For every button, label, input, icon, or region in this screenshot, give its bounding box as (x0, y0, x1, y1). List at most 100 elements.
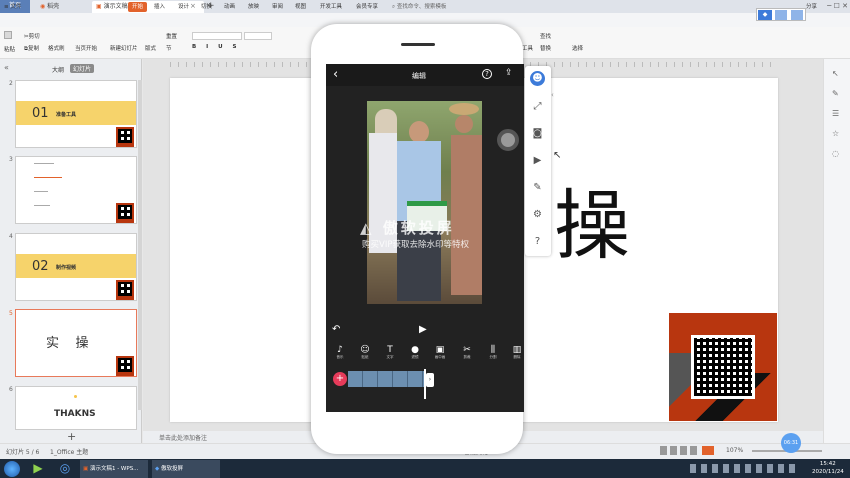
play-icon[interactable]: ▶ (419, 324, 427, 335)
fullscreen-icon[interactable]: ⤢ (530, 99, 545, 114)
slides-tab[interactable]: 幻灯片 (70, 64, 95, 73)
paste-button[interactable] (4, 31, 13, 39)
tab-docer[interactable]: ◉ 稻壳 (36, 1, 88, 13)
text-tool[interactable]: T 文字 (380, 345, 400, 360)
collapse-panel-icon[interactable]: « (4, 63, 9, 72)
slide-thumbnail-2[interactable]: 01 准备工具 (15, 80, 137, 148)
font-size-field[interactable] (244, 32, 272, 40)
menu-transition[interactable]: 切换 (201, 2, 212, 12)
menu-devtools[interactable]: 开发工具 (320, 2, 342, 12)
mirror-logo-icon[interactable]: ◆ (758, 10, 772, 20)
copy-button[interactable]: ⧉复制 (24, 44, 39, 53)
menu-file[interactable]: ≡ 文件 (4, 2, 21, 12)
timer-badge[interactable]: 06:31 (781, 433, 801, 453)
menu-slideshow[interactable]: 放映 (248, 2, 259, 12)
watermark-logo-icon: ◭ (360, 219, 383, 237)
watermark-brand: ◭ 傲软投屏 (360, 217, 455, 238)
filter-tool[interactable]: ● 滤镜 (405, 345, 425, 360)
select-button[interactable]: 选择 (572, 44, 583, 52)
delete-tool[interactable]: ▥ 删除 (508, 345, 526, 360)
current-start-button[interactable]: 当页开始 (75, 44, 97, 52)
menu-member[interactable]: 会员专享 (356, 2, 378, 12)
media-player-icon[interactable]: ▶ (30, 461, 46, 477)
slide-thumbnail-3[interactable] (15, 156, 137, 224)
find-button[interactable]: 查找 (540, 32, 551, 40)
thumb-qr-image (116, 127, 134, 147)
settings-icon[interactable]: ⚙ (530, 207, 545, 222)
help-icon[interactable]: ? (482, 69, 492, 79)
sticker-tool[interactable]: ☺ 贴纸 (355, 345, 375, 360)
start-button-icon[interactable] (4, 461, 20, 477)
share-icon[interactable]: ⇪ (505, 68, 513, 78)
close-icon[interactable]: ✕ (842, 2, 848, 10)
record-icon[interactable]: ▶ (530, 153, 545, 168)
share-button[interactable]: 分享 (806, 2, 817, 12)
menu-animation[interactable]: 动画 (224, 2, 235, 12)
help-circle-icon[interactable]: ? (530, 234, 545, 249)
replace-button[interactable]: 替换 (540, 44, 551, 52)
collapse-toolbar-icon[interactable]: ‹ (551, 91, 554, 99)
style-icon[interactable]: ✎ (832, 89, 839, 98)
tools-button[interactable]: 工具 (522, 44, 533, 52)
section-button[interactable]: 节 (166, 44, 172, 52)
font-format-row[interactable]: B I U S (192, 44, 240, 50)
maximize-icon[interactable]: ☐ (834, 2, 843, 10)
reset-button[interactable]: 重置 (166, 32, 177, 40)
cut-button[interactable]: ✂剪切 (24, 32, 40, 40)
view-mode-buttons[interactable] (660, 446, 700, 455)
command-search[interactable]: ⌕ 查找命令、搜索模板 (392, 2, 446, 12)
taskbar-wps-window[interactable]: ▣ 演示文稿1 - WPS... (80, 460, 148, 478)
play-slideshow-button[interactable] (702, 446, 714, 455)
system-clock[interactable]: 15:42 2020/11/24 (812, 460, 844, 476)
pip-tool[interactable]: ▣ 画中画 (430, 345, 450, 360)
person-right (451, 135, 482, 295)
back-icon[interactable]: ‹ (333, 67, 338, 82)
avatar-icon[interactable]: ☻ (530, 71, 545, 86)
font-name-field[interactable] (192, 32, 242, 40)
taskbar-wps-label: 演示文稿1 - WPS... (89, 466, 139, 472)
slide-thumbnail-6[interactable]: THAKNS (15, 386, 137, 430)
browser-icon[interactable]: ◎ (56, 461, 74, 477)
thumb-title: 准备工具 (56, 112, 77, 118)
menu-review[interactable]: 审阅 (272, 2, 283, 12)
video-preview[interactable] (367, 101, 482, 304)
taskbar-mirror-window[interactable]: ◆ 傲软投屏 (152, 460, 220, 478)
menu-start[interactable]: 开始 (128, 2, 148, 12)
slide-thumbnail-5[interactable]: 实 操 (15, 309, 137, 377)
split-tool[interactable]: ⫼ 分割 (483, 345, 503, 360)
assistive-touch-button[interactable] (497, 129, 519, 151)
timeline-clip-strip[interactable] (348, 371, 424, 387)
pip-icon: ▣ (435, 345, 445, 355)
thumb-text-line (34, 191, 48, 192)
new-slide-button[interactable]: 新建幻灯片 (110, 44, 138, 52)
slide-thumbnail-4[interactable]: 02 制作视频 (15, 233, 137, 301)
pen-icon[interactable]: ✎ (530, 180, 545, 195)
panel-scrollbar[interactable] (138, 80, 142, 410)
editing-toolbar: ♪ 音乐 ☺ 贴纸 T 文字 ● 滤镜 ▣ 画中画 ✂ 剪裁 ⫼ 分割 ▥ 删除 (330, 345, 526, 367)
music-tool[interactable]: ♪ 音乐 (330, 345, 350, 360)
format-painter-button[interactable]: 格式刷 (48, 44, 65, 52)
menu-view[interactable]: 视图 (295, 2, 306, 12)
animation-icon[interactable]: ☆ (832, 129, 839, 138)
mirror-close-icon[interactable] (791, 10, 803, 20)
filter-tool-label: 滤镜 (411, 355, 419, 359)
select-icon[interactable]: ↖ (832, 69, 839, 78)
screenshot-icon[interactable]: ◙ (530, 126, 545, 141)
property-icon[interactable]: ☰ (832, 109, 839, 118)
menu-design[interactable]: 设计 (178, 2, 189, 12)
mirror-button-icon[interactable] (775, 10, 787, 20)
thumb-text-line (34, 177, 62, 178)
layout-button[interactable]: 版式 (145, 44, 156, 52)
system-tray-icons[interactable] (690, 464, 800, 473)
clip-handle-icon[interactable]: › (426, 373, 434, 387)
cut-tool[interactable]: ✂ 剪裁 (457, 345, 477, 360)
outline-tab[interactable]: 大纲 (52, 65, 64, 74)
undo-icon[interactable]: ↶ (332, 324, 340, 335)
menu-insert[interactable]: 插入 (154, 2, 165, 12)
thumb-big-number: 02 (32, 259, 49, 274)
add-slide-button[interactable]: + (67, 430, 76, 443)
idea-icon[interactable]: ◌ (832, 149, 839, 158)
sticker-icon: ☺ (360, 345, 370, 355)
add-clip-button[interactable]: + (333, 372, 347, 386)
tab-close-icon[interactable]: × (190, 2, 198, 11)
